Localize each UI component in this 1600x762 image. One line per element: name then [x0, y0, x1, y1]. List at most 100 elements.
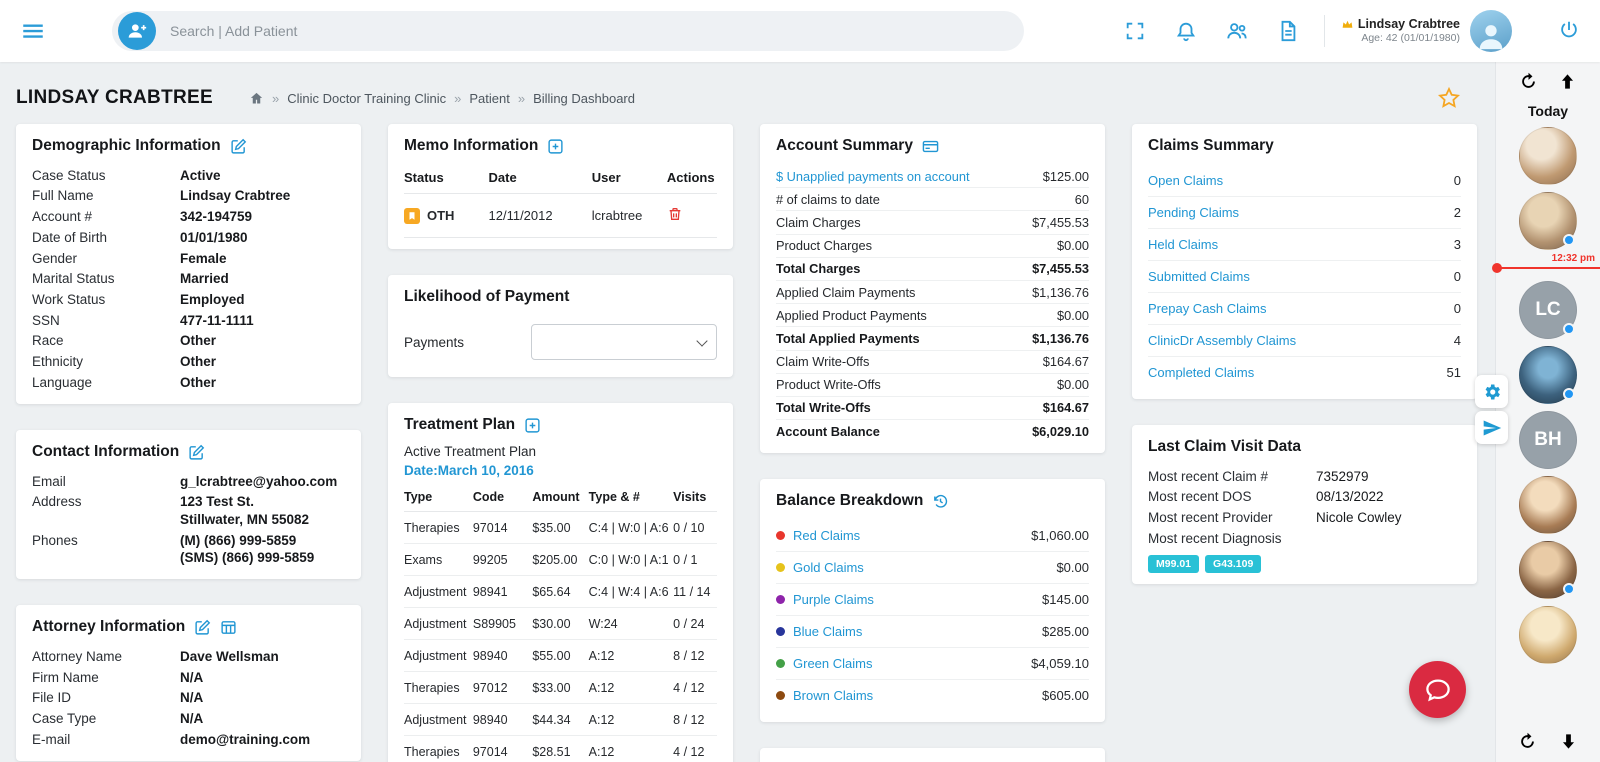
home-icon[interactable]: [249, 91, 264, 106]
presence-dot: [1563, 388, 1575, 400]
treatment-row: Exams 99205 $205.00 C:0 | W:0 | A:1 0 / 1: [404, 543, 717, 576]
held-claims-link[interactable]: Held Claims: [1148, 237, 1218, 252]
claims-row: Completed Claims 51: [1148, 365, 1461, 380]
info-row: Gender Female: [32, 250, 227, 266]
refresh-icon[interactable]: [1518, 732, 1537, 754]
patient-avatar[interactable]: [1519, 541, 1577, 599]
treatment-row: Adjustment 98941 $65.64 C:4 | W:4 | A:6 11 /…: [404, 575, 717, 608]
gold-dot: [776, 563, 785, 573]
completed-claims-link[interactable]: Completed Claims: [1148, 365, 1254, 380]
account-row: Product Charges $0.00: [776, 235, 1089, 258]
patient-avatar[interactable]: [1519, 346, 1577, 404]
info-row: Marital Status Married: [32, 271, 229, 287]
patient-avatar[interactable]: [1519, 606, 1577, 664]
patient-avatar[interactable]: [1519, 476, 1577, 534]
attorney-title: Attorney Information: [32, 618, 186, 636]
account-summary-title: Account Summary: [776, 137, 913, 154]
balance-row: Green Claims $4,059.10: [776, 648, 1089, 681]
memo-row: OTH 12/11/2012 lcrabtree: [404, 193, 717, 238]
gold-claims-link[interactable]: Gold Claims: [793, 560, 864, 575]
unapplied-payments-link[interactable]: $ Unapplied payments on account: [776, 169, 970, 184]
scroll-up-icon[interactable]: [1558, 72, 1577, 94]
diagnosis-badge[interactable]: G43.109: [1205, 554, 1262, 573]
blue-dot: [776, 627, 785, 637]
brown-dot: [776, 691, 785, 701]
history-icon[interactable]: [932, 493, 949, 510]
current-time-label: 12:32 pm: [1551, 253, 1595, 264]
breadcrumb-patient[interactable]: Patient: [469, 91, 509, 106]
topbar-actions: Lindsay Crabtree Age: 42 (01/01/1980): [1096, 10, 1580, 52]
account-row: Total Applied Payments $1,136.76: [776, 327, 1089, 351]
edit-icon[interactable]: [188, 444, 205, 461]
patients-icon[interactable]: [1225, 19, 1249, 43]
card-icon[interactable]: [922, 138, 939, 155]
red-claims-link[interactable]: Red Claims: [793, 528, 860, 543]
likelihood-card: Likelihood of Payment Payments: [388, 275, 733, 377]
purple-claims-link[interactable]: Purple Claims: [793, 592, 874, 607]
memo-table: Status Date User Actions OTH 12/11/2012 …: [404, 165, 717, 238]
menu-icon[interactable]: [20, 18, 46, 44]
info-row: Most recent Diagnosis: [1148, 530, 1282, 546]
user-info[interactable]: Lindsay Crabtree Age: 42 (01/01/1980): [1341, 17, 1460, 46]
patient-avatar[interactable]: [1519, 127, 1577, 185]
prepay-claims-link[interactable]: Prepay Cash Claims: [1148, 301, 1267, 316]
blue-claims-link[interactable]: Blue Claims: [793, 624, 862, 639]
green-claims-link[interactable]: Green Claims: [793, 656, 872, 671]
memo-title: Memo Information: [404, 137, 539, 154]
account-row: Applied Product Payments $0.00: [776, 304, 1089, 328]
claims-row: Submitted Claims 0: [1148, 261, 1461, 293]
treatment-date-link[interactable]: Date:March 10, 2016: [404, 463, 534, 478]
add-icon[interactable]: [547, 138, 564, 155]
chat-button[interactable]: [1409, 661, 1466, 718]
contact-title: Contact Information: [32, 443, 180, 461]
breadcrumb-current: Billing Dashboard: [533, 90, 635, 106]
gear-icon[interactable]: [1475, 375, 1508, 408]
patient-avatar[interactable]: LC: [1519, 281, 1577, 339]
fullscreen-icon[interactable]: [1123, 19, 1147, 43]
brown-claims-link[interactable]: Brown Claims: [793, 688, 873, 703]
patient-avatar[interactable]: [1519, 192, 1577, 250]
pending-claims-link[interactable]: Pending Claims: [1148, 205, 1239, 220]
document-icon[interactable]: [1276, 19, 1300, 43]
edit-icon[interactable]: [230, 138, 247, 155]
assembly-claims-link[interactable]: ClinicDr Assembly Claims: [1148, 333, 1296, 348]
patient-avatar[interactable]: BH: [1519, 411, 1577, 469]
treatment-row: Adjustment 98940 $55.00 A:12 8 / 12: [404, 639, 717, 672]
favorite-star-icon[interactable]: [1437, 86, 1461, 110]
open-claims-link[interactable]: Open Claims: [1148, 173, 1223, 188]
account-row: Applied Claim Payments $1,136.76: [776, 281, 1089, 305]
delete-memo-icon[interactable]: [667, 206, 683, 225]
diagnosis-badge[interactable]: M99.01: [1148, 554, 1200, 573]
treatment-table: Type Code Amount Type & # Visits Therapi…: [404, 486, 717, 762]
divider: [1323, 15, 1325, 47]
refresh-icon[interactable]: [1519, 72, 1538, 94]
diagnosis-badges: M99.01 G43.109: [1148, 554, 1461, 573]
bell-icon[interactable]: [1174, 19, 1198, 43]
likelihood-title: Likelihood of Payment: [404, 288, 570, 305]
breadcrumb-clinic[interactable]: Clinic Doctor Training Clinic: [287, 91, 446, 106]
payments-select[interactable]: [531, 324, 717, 360]
presence-dot: [1563, 234, 1575, 246]
scroll-down-icon[interactable]: [1559, 732, 1578, 754]
account-row: Claim Charges $7,455.53: [776, 211, 1089, 235]
balance-row: Red Claims $1,060.00: [776, 520, 1089, 553]
treatment-row: Therapies 97012 $33.00 A:12 4 / 12: [404, 671, 717, 704]
edit-icon[interactable]: [194, 619, 211, 636]
account-row: Total Write-Offs $164.67: [776, 397, 1089, 421]
table-icon[interactable]: [220, 619, 237, 636]
add-icon[interactable]: [524, 417, 541, 434]
account-row: # of claims to date 60: [776, 188, 1089, 212]
add-patient-button[interactable]: [118, 12, 156, 50]
claims-row: Held Claims 3: [1148, 229, 1461, 261]
demographic-card: Demographic Information Case Status Activ…: [16, 124, 361, 405]
submitted-claims-link[interactable]: Submitted Claims: [1148, 269, 1250, 284]
power-icon[interactable]: [1558, 19, 1580, 44]
info-row: Full Name Lindsay Crabtree: [32, 188, 291, 204]
user-name: Lindsay Crabtree: [1357, 16, 1460, 31]
send-icon[interactable]: [1475, 411, 1508, 444]
info-row: E-mail demo@training.com: [32, 731, 311, 747]
user-avatar[interactable]: [1470, 10, 1512, 52]
zero-balance-card: Claims at Zero Balance Total Claims19: [760, 748, 1105, 762]
search-input[interactable]: [156, 23, 1024, 39]
info-row: Most recent Claim #7352979: [1148, 468, 1369, 484]
